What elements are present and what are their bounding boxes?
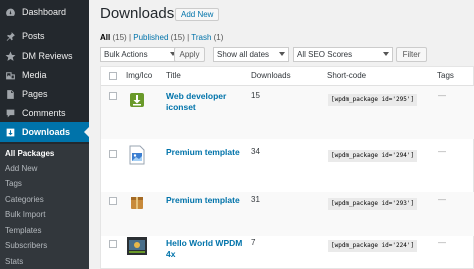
package-tags: — [438, 91, 446, 100]
package-title-line: Premium template [166, 195, 240, 205]
table-row: Web developer iconset 15 [wpdm_package i… [101, 86, 474, 139]
date-filter-value: Show all dates [217, 50, 270, 59]
download-count: 15 [251, 91, 260, 100]
seo-filter-select[interactable]: All SEO Scores [293, 47, 393, 62]
row-checkbox[interactable] [109, 197, 117, 205]
package-title-line: 4x [166, 249, 176, 259]
media-icon [4, 69, 16, 81]
seo-filter-value: All SEO Scores [297, 50, 353, 59]
view-separator: | [187, 33, 190, 42]
page-icon [4, 88, 16, 100]
package-thumbnail [127, 145, 147, 165]
apply-button[interactable]: Apply [174, 47, 205, 62]
view-separator: | [128, 33, 132, 42]
column-header-shortcode[interactable]: Short-code [327, 71, 366, 80]
image-file-icon [129, 145, 145, 165]
chevron-down-icon [383, 52, 389, 56]
page-title: Downloads [100, 5, 175, 22]
submenu-bulk-import[interactable]: Bulk Import [5, 210, 45, 219]
submenu-tags[interactable]: Tags [5, 179, 22, 188]
download-count: 34 [251, 147, 260, 156]
package-title-line: Hello World WPDM [166, 238, 243, 248]
table-row: Premium template 31 [wpdm_package id='29… [101, 192, 474, 236]
menu-label: Posts [22, 31, 45, 41]
view-trash-count: (1) [213, 33, 224, 42]
table-row: Premium template 34 [wpdm_package id='29… [101, 139, 474, 192]
download-count: 31 [251, 195, 260, 204]
row-checkbox[interactable] [109, 150, 117, 158]
package-shortcode[interactable]: [wpdm_package id='293'] [328, 198, 418, 210]
download-count: 7 [251, 238, 256, 247]
screenshot-thumbnail-icon [127, 237, 147, 255]
submenu-templates[interactable]: Templates [5, 226, 41, 235]
menu-label: Media [22, 70, 47, 80]
dashboard-icon [4, 6, 16, 18]
main-content: Downloads Add New All (15) | Published (… [89, 0, 474, 269]
table-row: Hello World WPDM 4x 7 [wpdm_package id='… [101, 236, 474, 269]
package-title-link[interactable]: Web developer iconset [166, 91, 246, 113]
downloads-submenu: All Packages Add New Tags Categories Bul… [0, 144, 89, 269]
view-all-count: (15) [112, 33, 127, 42]
package-shortcode[interactable]: [wpdm_package id='294'] [328, 150, 418, 162]
submenu-add-new[interactable]: Add New [5, 164, 37, 173]
menu-downloads[interactable]: Downloads [0, 122, 89, 142]
select-all-checkbox[interactable] [109, 72, 117, 80]
star-icon [4, 50, 16, 62]
filter-button[interactable]: Filter [396, 47, 427, 62]
chevron-down-icon [279, 52, 285, 56]
package-title-link[interactable]: Premium template [166, 195, 261, 206]
package-title-line: Premium template [166, 147, 240, 157]
download-icon [4, 126, 16, 138]
row-checkbox[interactable] [109, 240, 117, 248]
bulk-actions-value: Bulk Actions [104, 50, 148, 59]
view-published-link[interactable]: Published [133, 33, 168, 42]
menu-label: Pages [22, 89, 48, 99]
menu-label: Dashboard [22, 7, 67, 17]
package-shortcode[interactable]: [wpdm_package id='295'] [328, 94, 418, 106]
admin-sidebar: Dashboard Posts DM Reviews Media Pages C… [0, 0, 89, 269]
package-title-link[interactable]: Premium template [166, 147, 261, 158]
view-published-count: (15) [170, 33, 185, 42]
package-tags: — [438, 195, 446, 204]
menu-posts[interactable]: Posts [0, 26, 89, 46]
package-tags: — [438, 238, 446, 247]
menu-label: Comments [22, 108, 66, 118]
view-trash-link[interactable]: Trash [191, 33, 211, 42]
menu-dashboard[interactable]: Dashboard [0, 2, 89, 22]
view-filters: All (15) | Published (15) | Trash (1) [100, 33, 223, 42]
package-title-link[interactable]: Hello World WPDM 4x [166, 238, 261, 260]
pin-icon [4, 30, 16, 42]
download-icon [130, 93, 144, 107]
submenu-categories[interactable]: Categories [5, 195, 44, 204]
submenu-all-packages[interactable]: All Packages [5, 149, 54, 158]
package-thumbnail [127, 90, 147, 110]
column-header-tags[interactable]: Tags [437, 71, 454, 80]
package-title-line: iconset [166, 102, 196, 112]
packages-table: Img/Ico Title Downloads Short-code Tags … [100, 66, 474, 269]
bulk-actions-select[interactable]: Bulk Actions [100, 47, 180, 62]
package-shortcode[interactable]: [wpdm_package id='224'] [328, 240, 418, 252]
column-header-downloads[interactable]: Downloads [251, 71, 291, 80]
add-new-button[interactable]: Add New [175, 8, 220, 21]
menu-media[interactable]: Media [0, 65, 89, 85]
submenu-subscribers[interactable]: Subscribers [5, 241, 47, 250]
package-thumbnail [127, 193, 147, 213]
menu-label: Downloads [22, 127, 71, 137]
package-tags: — [438, 147, 446, 156]
archive-icon [131, 197, 143, 209]
date-filter-select[interactable]: Show all dates [213, 47, 289, 62]
package-title-line: Web developer [166, 91, 227, 101]
row-checkbox[interactable] [109, 92, 117, 100]
submenu-stats[interactable]: Stats [5, 257, 23, 266]
package-thumbnail [127, 236, 147, 256]
comment-icon [4, 107, 16, 119]
view-all-link[interactable]: All [100, 33, 110, 42]
column-header-title[interactable]: Title [166, 71, 181, 80]
column-header-img[interactable]: Img/Ico [126, 71, 152, 80]
menu-label: DM Reviews [22, 51, 73, 61]
menu-comments[interactable]: Comments [0, 103, 89, 123]
menu-dm-reviews[interactable]: DM Reviews [0, 46, 89, 66]
menu-pages[interactable]: Pages [0, 84, 89, 104]
